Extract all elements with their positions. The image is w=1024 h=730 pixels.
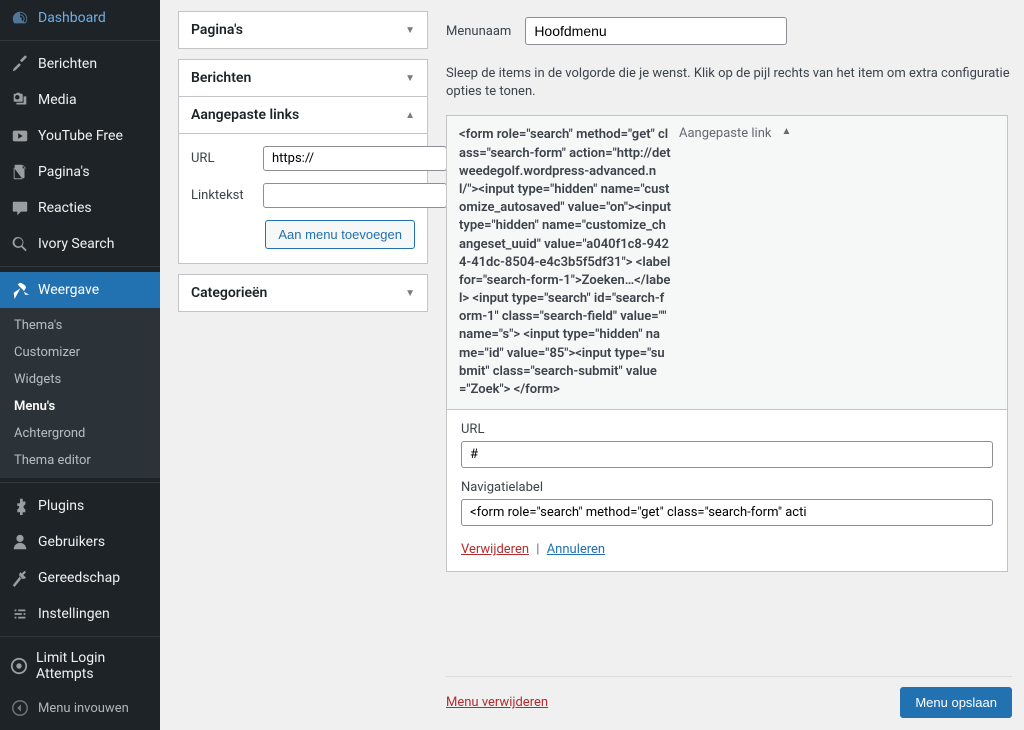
menu-name-input[interactable]	[525, 17, 787, 45]
metabox-custom-links-header[interactable]: Aangepaste links ▲	[179, 97, 427, 134]
sidebar-item-tools[interactable]: Gereedschap	[0, 560, 160, 596]
menu-item-type: Aangepaste link	[679, 126, 771, 141]
sidebar-item-label: Media	[38, 92, 77, 108]
separator: |	[536, 542, 539, 557]
chevron-down-icon: ▼	[405, 25, 415, 36]
comments-icon	[10, 198, 30, 218]
metabox-categories-header[interactable]: Categorieën ▼	[179, 275, 427, 311]
sidebar-item-label: Reacties	[38, 200, 92, 216]
submenu-widgets[interactable]: Widgets	[0, 366, 160, 393]
item-url-label: URL	[461, 422, 993, 437]
sidebar-item-media[interactable]: Media	[0, 82, 160, 118]
media-icon	[10, 90, 30, 110]
sidebar-item-appearance[interactable]: Weergave	[0, 272, 160, 308]
metaboxes-column: Pagina's ▼ Berichten ▼ Aangepaste links …	[160, 0, 438, 730]
settings-icon	[10, 604, 30, 624]
sidebar-item-settings[interactable]: Instellingen	[0, 596, 160, 632]
tools-icon	[10, 568, 30, 588]
sidebar-item-label: Berichten	[38, 56, 97, 72]
sidebar-item-label: Gereedschap	[38, 570, 120, 586]
admin-sidebar: Dashboard Berichten Media YouTube Free P…	[0, 0, 160, 730]
metabox-posts-header[interactable]: Berichten ▼	[179, 60, 427, 96]
sidebar-item-comments[interactable]: Reacties	[0, 190, 160, 226]
sidebar-item-label: Pagina's	[38, 164, 90, 180]
chevron-up-icon: ▲	[405, 110, 415, 121]
sidebar-item-label: Ivory Search	[38, 236, 114, 252]
sidebar-item-collapse[interactable]: Menu invouwen	[0, 690, 160, 726]
sidebar-item-label: Plugins	[38, 498, 84, 514]
metabox-posts: Berichten ▼	[178, 59, 428, 96]
submenu-customizer[interactable]: Customizer	[0, 339, 160, 366]
item-nav-label: Navigatielabel	[461, 480, 993, 495]
remove-item-link[interactable]: Verwijderen	[461, 542, 529, 557]
custom-link-url-input[interactable]	[263, 146, 447, 171]
submenu-themes[interactable]: Thema's	[0, 312, 160, 339]
submenu-menus[interactable]: Menu's	[0, 393, 160, 420]
menu-edit-column: Menunaam Sleep de items in de volgorde d…	[438, 0, 1024, 730]
sidebar-item-ivory-search[interactable]: Ivory Search	[0, 226, 160, 262]
sidebar-item-label: Limit Login Attempts	[36, 650, 152, 682]
collapse-icon	[10, 698, 30, 718]
sidebar-item-label: YouTube Free	[38, 128, 123, 144]
youtube-icon	[10, 126, 30, 146]
item-url-input[interactable]	[461, 441, 993, 468]
sidebar-item-users[interactable]: Gebruikers	[0, 524, 160, 560]
pin-icon	[10, 54, 30, 74]
item-nav-input[interactable]	[461, 499, 993, 526]
appearance-submenu: Thema's Customizer Widgets Menu's Achter…	[0, 308, 160, 478]
save-menu-button[interactable]: Menu opslaan	[900, 687, 1012, 718]
menu-item-header[interactable]: <form role="search" method="get" class="…	[447, 116, 1007, 410]
sidebar-item-youtube[interactable]: YouTube Free	[0, 118, 160, 154]
menu-item-box[interactable]: <form role="search" method="get" class="…	[446, 115, 1008, 572]
sidebar-item-label: Weergave	[38, 282, 99, 298]
menu-instructions: Sleep de items in de volgorde die je wen…	[446, 65, 1012, 101]
menu-footer: Menu verwijderen Menu opslaan	[446, 676, 1012, 730]
limit-icon	[10, 656, 28, 676]
pages-icon	[10, 162, 30, 182]
sidebar-item-pages[interactable]: Pagina's	[0, 154, 160, 190]
metabox-pages-header[interactable]: Pagina's ▼	[179, 12, 427, 48]
chevron-down-icon: ▼	[405, 73, 415, 84]
users-icon	[10, 532, 30, 552]
metabox-title: Categorieën	[191, 285, 267, 301]
menu-item-settings: URL Navigatielabel Verwijderen | Annuler…	[447, 410, 1007, 571]
metabox-pages: Pagina's ▼	[178, 11, 428, 49]
metabox-categories: Categorieën ▼	[178, 274, 428, 312]
sidebar-item-label: Menu invouwen	[38, 701, 129, 716]
appearance-icon	[10, 280, 30, 300]
search-icon	[10, 234, 30, 254]
menu-name-label: Menunaam	[446, 24, 511, 39]
sidebar-item-limit-login[interactable]: Limit Login Attempts	[0, 642, 160, 690]
metabox-title: Aangepaste links	[191, 107, 299, 123]
chevron-up-icon: ▲	[781, 126, 791, 137]
sidebar-item-dashboard[interactable]: Dashboard	[0, 0, 160, 36]
chevron-down-icon: ▼	[405, 288, 415, 299]
link-text-label: Linktekst	[191, 188, 263, 203]
sidebar-item-label: Dashboard	[38, 10, 106, 26]
plugins-icon	[10, 496, 30, 516]
cancel-item-link[interactable]: Annuleren	[547, 542, 605, 557]
submenu-theme-editor[interactable]: Thema editor	[0, 447, 160, 474]
menu-item-title: <form role="search" method="get" class="…	[459, 126, 679, 399]
sidebar-item-label: Instellingen	[38, 606, 110, 622]
add-to-menu-button[interactable]: Aan menu toevoegen	[265, 220, 415, 249]
custom-link-text-input[interactable]	[263, 183, 447, 208]
metabox-title: Berichten	[191, 70, 251, 86]
metabox-title: Pagina's	[191, 22, 243, 38]
menu-items-area: <form role="search" method="get" class="…	[446, 115, 1012, 670]
sidebar-item-plugins[interactable]: Plugins	[0, 488, 160, 524]
metabox-custom-links: Aangepaste links ▲ URL Linktekst Aan men…	[178, 96, 428, 264]
sidebar-item-label: Gebruikers	[38, 534, 105, 550]
delete-menu-link[interactable]: Menu verwijderen	[446, 695, 548, 710]
sidebar-item-posts[interactable]: Berichten	[0, 46, 160, 82]
url-label: URL	[191, 151, 263, 166]
dashboard-icon	[10, 8, 30, 28]
submenu-background[interactable]: Achtergrond	[0, 420, 160, 447]
